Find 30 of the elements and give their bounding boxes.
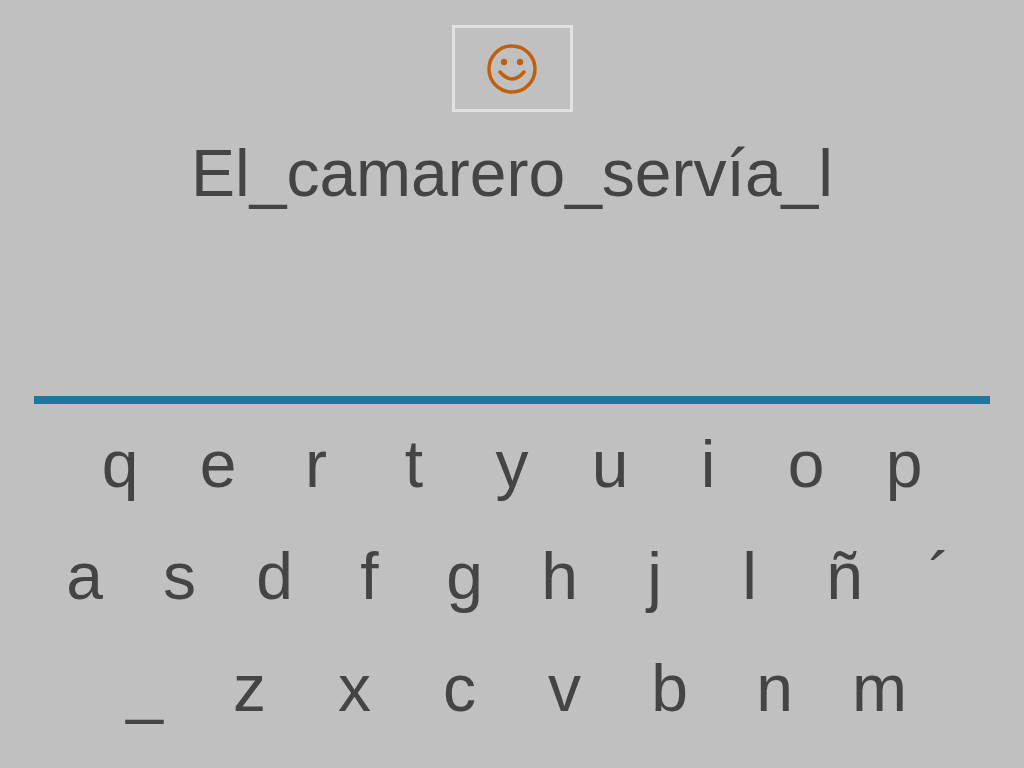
letter-key[interactable]: d (227, 531, 322, 621)
letter-key[interactable]: y (463, 419, 561, 509)
letter-key[interactable]: _ (92, 643, 197, 733)
letter-key[interactable]: n (722, 643, 827, 733)
letter-key[interactable]: c (407, 643, 512, 733)
letter-key[interactable]: r (267, 419, 365, 509)
letter-key[interactable]: b (617, 643, 722, 733)
letter-key[interactable]: v (512, 643, 617, 733)
letter-key[interactable]: t (365, 419, 463, 509)
letter-key[interactable]: o (757, 419, 855, 509)
letter-key[interactable]: q (71, 419, 169, 509)
letter-key[interactable]: l (702, 531, 797, 621)
letter-key[interactable]: p (855, 419, 953, 509)
letter-key[interactable]: h (512, 531, 607, 621)
letter-key[interactable]: z (197, 643, 302, 733)
letter-key[interactable]: u (561, 419, 659, 509)
letter-key[interactable]: g (417, 531, 512, 621)
hint-button[interactable] (451, 25, 573, 112)
letter-key[interactable]: m (827, 643, 932, 733)
letter-key[interactable]: ´ (892, 531, 987, 621)
letter-key[interactable]: a (37, 531, 132, 621)
letter-key[interactable]: j (607, 531, 702, 621)
smiley-icon (486, 42, 538, 95)
letter-key[interactable]: e (169, 419, 267, 509)
sentence-text: El_camarero_servía_l (191, 140, 833, 210)
letter-key[interactable]: s (132, 531, 227, 621)
letter-key[interactable]: ñ (797, 531, 892, 621)
letter-key[interactable]: f (322, 531, 417, 621)
letter-key[interactable]: i (659, 419, 757, 509)
letter-key[interactable]: x (302, 643, 407, 733)
